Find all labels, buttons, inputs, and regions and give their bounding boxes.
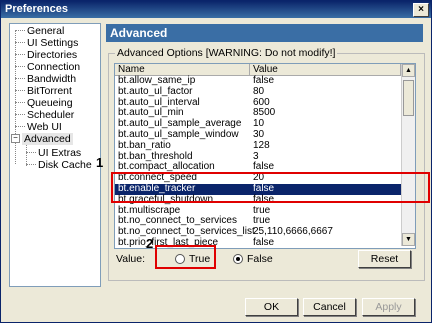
- tree-item-ui-settings[interactable]: UI Settings: [27, 37, 78, 49]
- tree-item-bandwidth[interactable]: Bandwidth: [27, 73, 76, 85]
- title-bar: Preferences ×: [1, 1, 431, 18]
- advanced-options-list[interactable]: Name Value bt.allow_same_ip false bt.auto…: [114, 63, 416, 249]
- tree-line: [15, 30, 16, 164]
- row-value: false: [253, 237, 275, 248]
- annotation-highlight-row: [111, 172, 430, 203]
- row-value: 80: [253, 85, 265, 97]
- tree-item-connection[interactable]: Connection: [27, 61, 80, 73]
- row-name: bt.auto_ul_factor: [118, 85, 193, 97]
- row-name: bt.ban_ratio: [118, 139, 171, 151]
- tree-item-bittorrent[interactable]: BitTorrent: [27, 85, 72, 97]
- tree-item-web-ui[interactable]: Web UI: [27, 121, 62, 133]
- tree-line: [15, 42, 25, 43]
- tree-line: [15, 78, 25, 79]
- window-title: Preferences: [5, 3, 68, 15]
- ok-button[interactable]: OK: [245, 298, 298, 316]
- tree-line: [26, 164, 36, 165]
- reset-button[interactable]: Reset: [358, 250, 411, 268]
- table-row[interactable]: bt.auto_ul_factor 80: [115, 85, 401, 98]
- tree-item-scheduler[interactable]: Scheduler: [27, 109, 74, 121]
- tree-item-general[interactable]: General: [27, 25, 64, 37]
- tree-line: [15, 54, 25, 55]
- close-icon[interactable]: ×: [413, 3, 429, 17]
- tree-line: [15, 102, 25, 103]
- scrollbar-thumb[interactable]: [403, 80, 414, 116]
- annotation-marker-2: 2: [146, 236, 154, 251]
- cancel-button[interactable]: Cancel: [303, 298, 356, 316]
- annotation-marker-1: 1: [96, 155, 104, 170]
- tree-line: [15, 90, 25, 91]
- vertical-scrollbar[interactable]: ▲ ▼: [401, 64, 415, 246]
- tree-item-directories[interactable]: Directories: [27, 49, 77, 61]
- tree-line: [26, 144, 27, 166]
- row-value: 128: [253, 139, 270, 151]
- tree-item-queueing[interactable]: Queueing: [27, 97, 73, 109]
- apply-button[interactable]: Apply: [362, 298, 415, 316]
- false-radio-label[interactable]: False: [247, 253, 273, 265]
- group-legend: Advanced Options [WARNING: Do not modify…: [115, 47, 338, 59]
- tree-item-advanced[interactable]: Advanced: [22, 133, 73, 145]
- annotation-highlight-true: [155, 245, 216, 269]
- page-title: Advanced: [106, 24, 423, 42]
- false-radio[interactable]: [233, 254, 243, 264]
- tree-line: [15, 114, 25, 115]
- value-label: Value:: [116, 253, 145, 265]
- tree-item-disk-cache[interactable]: Disk Cache: [38, 159, 92, 171]
- tree-item-ui-extras[interactable]: UI Extras: [38, 147, 81, 159]
- preferences-window: Preferences × − General UI Settings Dire…: [0, 0, 432, 323]
- table-row[interactable]: bt.ban_ratio 128: [115, 139, 401, 152]
- scroll-up-arrow-icon[interactable]: ▲: [402, 64, 415, 77]
- tree-line: [15, 30, 25, 31]
- tree-line: [26, 152, 36, 153]
- scroll-down-arrow-icon[interactable]: ▼: [402, 233, 415, 246]
- collapse-icon[interactable]: −: [11, 134, 20, 143]
- tree-line: [15, 66, 25, 67]
- tree-line: [15, 126, 25, 127]
- category-tree[interactable]: − General UI Settings Directories Connec…: [9, 23, 101, 287]
